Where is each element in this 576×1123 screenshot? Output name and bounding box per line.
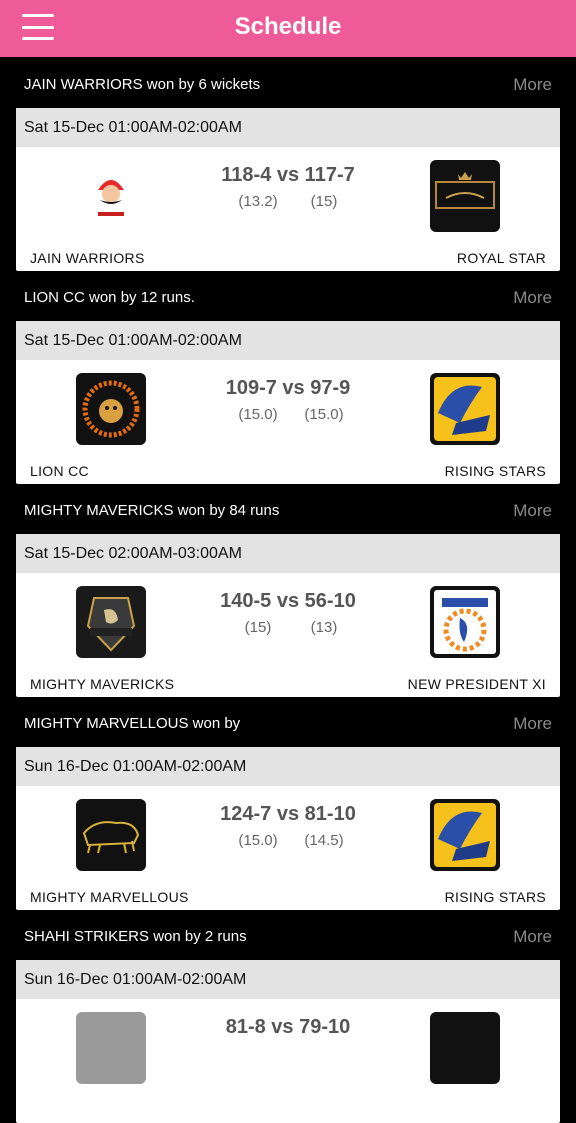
team1-overs: (13.2) <box>238 193 278 210</box>
match-item: MIGHTY MAVERICKS won by 84 runs More Sat… <box>0 484 576 697</box>
team1-overs: (15) <box>244 619 272 636</box>
result-row: LION CC won by 12 runs. More <box>0 271 576 321</box>
result-row: SHAHI STRIKERS won by 2 runs More <box>0 910 576 960</box>
rising-stars-logo[interactable] <box>430 373 500 445</box>
match-result: LION CC won by 12 runs. <box>24 289 195 306</box>
match-result: JAIN WARRIORS won by 6 wickets <box>24 76 261 93</box>
jain-warriors-logo[interactable] <box>76 160 146 232</box>
match-score: 81-8 vs 79-10 <box>225 1016 351 1038</box>
team2-overs: (15.0) <box>304 406 344 423</box>
new-president-xi-logo[interactable] <box>430 586 500 658</box>
result-row: MIGHTY MAVERICKS won by 84 runs More <box>0 484 576 534</box>
match-item: MIGHTY MARVELLOUS won by More Sun 16-Dec… <box>0 697 576 910</box>
match-card[interactable]: Sat 15-Dec 02:00AM-03:00AM 140-5 vs 56-1… <box>16 534 560 697</box>
team2-name: ROYAL STAR <box>456 250 546 266</box>
match-item: JAIN WARRIORS won by 6 wickets More Sat … <box>0 58 576 271</box>
match-item: LION CC won by 12 runs. More Sat 15-Dec … <box>0 271 576 484</box>
match-result: SHAHI STRIKERS won by 2 runs <box>24 928 247 945</box>
more-link[interactable]: More <box>513 927 552 947</box>
match-card[interactable]: Sat 15-Dec 01:00AM-02:00AM 109-7 vs 97-9… <box>16 321 560 484</box>
shahi-strikers-logo[interactable] <box>76 1012 146 1084</box>
team1-name: MIGHTY MARVELLOUS <box>30 889 189 905</box>
match-card[interactable]: Sun 16-Dec 01:00AM-02:00AM 81-8 vs 79-10 <box>16 960 560 1123</box>
match-datetime: Sat 15-Dec 01:00AM-02:00AM <box>24 332 242 349</box>
opponent-logo[interactable] <box>430 1012 500 1084</box>
result-row: JAIN WARRIORS won by 6 wickets More <box>0 58 576 108</box>
match-score: 140-5 vs 56-10 <box>220 590 356 612</box>
match-score: 118-4 vs 117-7 <box>221 164 355 186</box>
match-card[interactable]: Sun 16-Dec 01:00AM-02:00AM 124-7 vs 81-1… <box>16 747 560 910</box>
mighty-marvellous-logo[interactable] <box>76 799 146 871</box>
team2-name: RISING STARS <box>444 889 546 905</box>
match-datetime: Sun 16-Dec 01:00AM-02:00AM <box>24 758 247 775</box>
page-title: Schedule <box>234 13 342 40</box>
more-link[interactable]: More <box>513 75 552 95</box>
rising-stars-logo[interactable] <box>430 799 500 871</box>
team1-overs: (15.0) <box>238 832 278 849</box>
team2-name: NEW PRESIDENT XI <box>407 676 546 692</box>
match-datetime: Sun 16-Dec 01:00AM-02:00AM <box>24 971 247 988</box>
date-bar: Sat 15-Dec 01:00AM-02:00AM <box>16 108 560 147</box>
match-datetime: Sat 15-Dec 02:00AM-03:00AM <box>24 545 242 562</box>
team2-overs: (15) <box>310 193 338 210</box>
match-score: 124-7 vs 81-10 <box>220 803 356 825</box>
match-result: MIGHTY MARVELLOUS won by <box>24 715 241 732</box>
match-datetime: Sat 15-Dec 01:00AM-02:00AM <box>24 119 242 136</box>
team2-name: RISING STARS <box>444 463 546 479</box>
royal-star-logo[interactable] <box>430 160 500 232</box>
date-bar: Sat 15-Dec 02:00AM-03:00AM <box>16 534 560 573</box>
match-result: MIGHTY MAVERICKS won by 84 runs <box>24 502 280 519</box>
date-bar: Sun 16-Dec 01:00AM-02:00AM <box>16 747 560 786</box>
lion-cc-logo[interactable] <box>76 373 146 445</box>
match-score: 109-7 vs 97-9 <box>225 377 351 399</box>
schedule-list[interactable]: JAIN WARRIORS won by 6 wickets More Sat … <box>0 58 576 1123</box>
team1-name: MIGHTY MAVERICKS <box>30 676 175 692</box>
mighty-mavericks-logo[interactable] <box>76 586 146 658</box>
team2-overs: (14.5) <box>304 832 344 849</box>
more-link[interactable]: More <box>513 501 552 521</box>
more-link[interactable]: More <box>513 714 552 734</box>
date-bar: Sun 16-Dec 01:00AM-02:00AM <box>16 960 560 999</box>
team2-overs: (13) <box>310 619 338 636</box>
more-link[interactable]: More <box>513 288 552 308</box>
result-row: MIGHTY MARVELLOUS won by More <box>0 697 576 747</box>
team1-overs: (15.0) <box>238 406 278 423</box>
team1-name: JAIN WARRIORS <box>30 250 145 266</box>
date-bar: Sat 15-Dec 01:00AM-02:00AM <box>16 321 560 360</box>
match-card[interactable]: Sat 15-Dec 01:00AM-02:00AM 118-4 vs 117-… <box>16 108 560 271</box>
app-header: Schedule <box>0 0 576 57</box>
match-item: SHAHI STRIKERS won by 2 runs More Sun 16… <box>0 910 576 1123</box>
team1-name: LION CC <box>30 463 89 479</box>
